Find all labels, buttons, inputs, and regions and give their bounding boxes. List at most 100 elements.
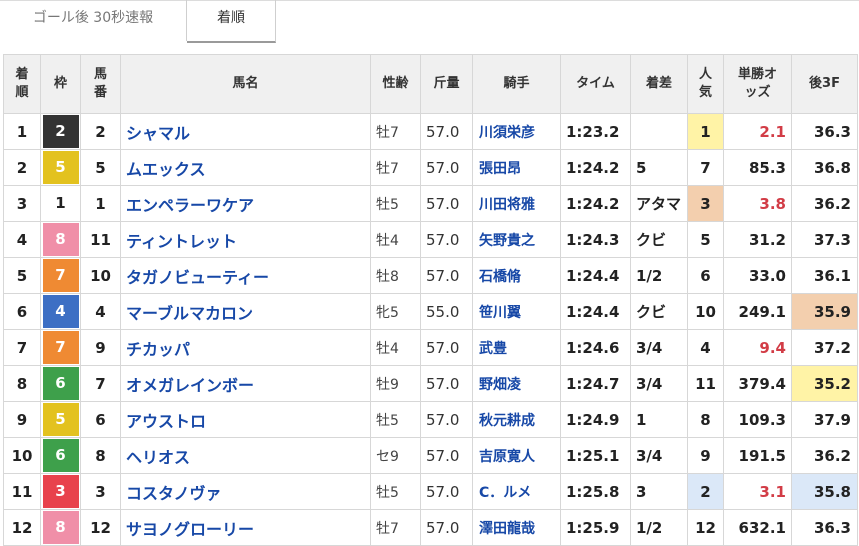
horse-name-link[interactable]: ティントレット bbox=[120, 221, 371, 258]
weight-cell: 57.0 bbox=[420, 401, 473, 438]
jockey-link[interactable]: 石橋脩 bbox=[472, 257, 561, 294]
horse-name-link[interactable]: マーブルマカロン bbox=[120, 293, 371, 330]
jockey-link[interactable]: 野畑凌 bbox=[472, 365, 561, 402]
horse-name-link[interactable]: コスタノヴァ bbox=[120, 473, 371, 510]
horse-no-cell: 6 bbox=[80, 401, 121, 438]
rank-cell: 8 bbox=[3, 365, 41, 402]
jockey-link[interactable]: 川田将雅 bbox=[472, 185, 561, 222]
horse-name-link[interactable]: アウストロ bbox=[120, 401, 371, 438]
time-cell: 1:24.2 bbox=[560, 185, 631, 222]
jockey-link[interactable]: 澤田龍哉 bbox=[472, 509, 561, 546]
weight-cell: 57.0 bbox=[420, 113, 473, 150]
table-row: 1 2 2 シャマル 牡7 57.0 川須栄彦 1:23.2 1 2.1 36.3 bbox=[3, 113, 858, 150]
waku-cell: 6 bbox=[40, 365, 81, 402]
margin-cell: クビ bbox=[630, 221, 688, 258]
table-row: 7 7 9 チカッパ 牡4 57.0 武豊 1:24.6 3/4 4 9.4 37.2 bbox=[3, 329, 858, 366]
weight-cell: 57.0 bbox=[420, 149, 473, 186]
sex-age-cell: 牡7 bbox=[370, 509, 421, 546]
waku-badge: 6 bbox=[42, 439, 79, 472]
table-row: 6 4 4 マーブルマカロン 牝5 55.0 笹川翼 1:24.4 クビ 10 249.1 35.9 bbox=[3, 293, 858, 330]
jockey-link[interactable]: 秋元耕成 bbox=[472, 401, 561, 438]
horse-name-link[interactable]: サヨノグローリー bbox=[120, 509, 371, 546]
margin-cell: 3/4 bbox=[630, 329, 688, 366]
popularity-cell: 5 bbox=[687, 221, 724, 258]
waku-badge: 1 bbox=[42, 187, 79, 220]
waku-cell: 7 bbox=[40, 329, 81, 366]
time-cell: 1:24.3 bbox=[560, 221, 631, 258]
time-cell: 1:24.7 bbox=[560, 365, 631, 402]
result-tabs: ゴール後 30秒速報 着順 bbox=[0, 0, 859, 44]
header-odds: 単勝オッズ bbox=[723, 54, 792, 114]
weight-cell: 57.0 bbox=[420, 257, 473, 294]
jockey-link[interactable]: 張田昂 bbox=[472, 149, 561, 186]
waku-cell: 1 bbox=[40, 185, 81, 222]
odds-cell: 632.1 bbox=[723, 509, 792, 546]
waku-badge: 5 bbox=[42, 403, 79, 436]
sex-age-cell: 牡7 bbox=[370, 113, 421, 150]
jockey-link[interactable]: 吉原寛人 bbox=[472, 437, 561, 474]
header-margin: 着差 bbox=[630, 54, 688, 114]
weight-cell: 57.0 bbox=[420, 329, 473, 366]
weight-cell: 55.0 bbox=[420, 293, 473, 330]
sex-age-cell: 牝5 bbox=[370, 293, 421, 330]
horse-no-cell: 9 bbox=[80, 329, 121, 366]
waku-badge: 7 bbox=[42, 259, 79, 292]
horse-no-cell: 7 bbox=[80, 365, 121, 402]
popularity-cell: 12 bbox=[687, 509, 724, 546]
waku-badge: 8 bbox=[42, 511, 79, 544]
horse-name-link[interactable]: オメガレインボー bbox=[120, 365, 371, 402]
jockey-link[interactable]: 武豊 bbox=[472, 329, 561, 366]
waku-cell: 8 bbox=[40, 509, 81, 546]
odds-cell: 191.5 bbox=[723, 437, 792, 474]
last3f-cell: 35.8 bbox=[791, 473, 858, 510]
horse-name-link[interactable]: エンペラーワケア bbox=[120, 185, 371, 222]
margin-cell: 1/2 bbox=[630, 509, 688, 546]
odds-cell: 109.3 bbox=[723, 401, 792, 438]
popularity-cell: 4 bbox=[687, 329, 724, 366]
table-row: 10 6 8 ヘリオス セ9 57.0 吉原寛人 1:25.1 3/4 9 191.5 36.2 bbox=[3, 437, 858, 474]
rank-cell: 4 bbox=[3, 221, 41, 258]
weight-cell: 57.0 bbox=[420, 437, 473, 474]
popularity-cell: 6 bbox=[687, 257, 724, 294]
horse-name-link[interactable]: ムエックス bbox=[120, 149, 371, 186]
tab-finish-order[interactable]: 着順 bbox=[187, 0, 276, 43]
rank-cell: 2 bbox=[3, 149, 41, 186]
popularity-cell: 10 bbox=[687, 293, 724, 330]
waku-badge: 6 bbox=[42, 367, 79, 400]
odds-cell: 3.1 bbox=[723, 473, 792, 510]
horse-name-link[interactable]: シャマル bbox=[120, 113, 371, 150]
horse-name-link[interactable]: タガノビューティー bbox=[120, 257, 371, 294]
time-cell: 1:24.4 bbox=[560, 257, 631, 294]
waku-badge: 3 bbox=[42, 475, 79, 508]
table-row: 9 5 6 アウストロ 牡5 57.0 秋元耕成 1:24.9 1 8 109.3 37.9 bbox=[3, 401, 858, 438]
horse-name-link[interactable]: チカッパ bbox=[120, 329, 371, 366]
table-row: 5 7 10 タガノビューティー 牡8 57.0 石橋脩 1:24.4 1/2 6 33.0 36.1 bbox=[3, 257, 858, 294]
rank-cell: 12 bbox=[3, 509, 41, 546]
header-horse-name: 馬名 bbox=[120, 54, 371, 114]
waku-cell: 6 bbox=[40, 437, 81, 474]
weight-cell: 57.0 bbox=[420, 473, 473, 510]
tab-goal-flash[interactable]: ゴール後 30秒速報 bbox=[0, 0, 187, 41]
time-cell: 1:24.9 bbox=[560, 401, 631, 438]
horse-no-cell: 12 bbox=[80, 509, 121, 546]
margin-cell: クビ bbox=[630, 293, 688, 330]
jockey-link[interactable]: C．ルメ bbox=[472, 473, 561, 510]
last3f-cell: 35.9 bbox=[791, 293, 858, 330]
horse-no-cell: 10 bbox=[80, 257, 121, 294]
last3f-cell: 36.2 bbox=[791, 185, 858, 222]
header-time: タイム bbox=[560, 54, 631, 114]
table-row: 3 1 1 エンペラーワケア 牡5 57.0 川田将雅 1:24.2 アタマ 3 3.8 36.2 bbox=[3, 185, 858, 222]
jockey-link[interactable]: 矢野貴之 bbox=[472, 221, 561, 258]
table-row: 12 8 12 サヨノグローリー 牡7 57.0 澤田龍哉 1:25.9 1/2 12 632.1 3… bbox=[3, 509, 858, 546]
time-cell: 1:24.4 bbox=[560, 293, 631, 330]
horse-name-link[interactable]: ヘリオス bbox=[120, 437, 371, 474]
waku-cell: 5 bbox=[40, 401, 81, 438]
header-popularity: 人気 bbox=[687, 54, 724, 114]
jockey-link[interactable]: 川須栄彦 bbox=[472, 113, 561, 150]
margin-cell: 1/2 bbox=[630, 257, 688, 294]
sex-age-cell: 牡5 bbox=[370, 473, 421, 510]
jockey-link[interactable]: 笹川翼 bbox=[472, 293, 561, 330]
waku-cell: 4 bbox=[40, 293, 81, 330]
sex-age-cell: 牡9 bbox=[370, 365, 421, 402]
header-rank: 着順 bbox=[3, 54, 41, 114]
